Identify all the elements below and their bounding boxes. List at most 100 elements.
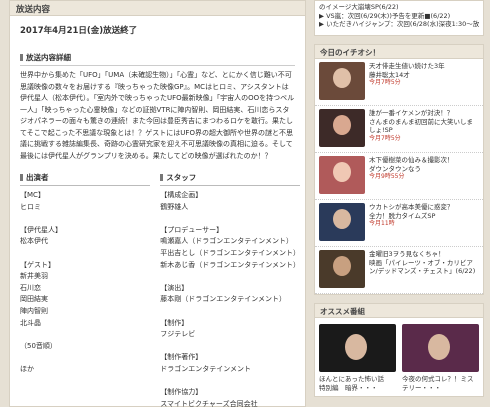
details-title: 放送内容詳細 xyxy=(26,53,71,62)
pickup-text: 天才俳走生値い続けた3年 藤井聡太14才 今月7時5分 xyxy=(369,62,445,102)
broadcast-date: 2017年4月21日(金)放送終了 xyxy=(20,26,138,36)
staff-line: ドラゴンエンタテインメント xyxy=(160,364,251,373)
pickup-text: 木下優樹菜の仙み＆撮影次！ ダウンタウンなう 今月9時55分 xyxy=(369,156,454,196)
cast-line: 松本伊代 xyxy=(20,237,48,246)
pickup-text: 金曜旧3ヲう見なくちゃ！ 映画「パイレーツ・オブ・カリビアン/デッドマンズ・チェス… xyxy=(369,250,479,290)
staff-heading: スタッフ xyxy=(160,172,300,186)
pickup-tagline: ウカトシが高本美優に惑変？ xyxy=(369,203,454,211)
recommend-title: 今夜の何式コレ？！ミステリー・・・ xyxy=(402,375,474,392)
recommend-thumbnail xyxy=(402,324,479,372)
pickup-tagline: 天才俳走生値い続けた3年 xyxy=(369,62,445,70)
pickup-title[interactable]: 映画「パイレーツ・オブ・カリビアン/デッドマンズ・チェスト」(6/22) xyxy=(369,259,479,276)
pickup-item[interactable]: 木下優樹菜の仙み＆撮影次！ ダウンタウンなう 今月9時55分 xyxy=(315,153,483,200)
pickup-thumbnail xyxy=(319,109,365,147)
cast-line xyxy=(20,329,150,341)
recommend-item[interactable]: ほんとにあった怖い話 特別編 暗界・・・ xyxy=(319,324,396,392)
staff-line: 平出吉とし（ドラゴンエンタテインメント） xyxy=(160,248,300,257)
pickup-thumbnail xyxy=(319,203,365,241)
staff-line xyxy=(160,213,300,225)
pickup-item[interactable]: 金曜旧3ヲう見なくちゃ！ 映画「パイレーツ・オブ・カリビアン/デッドマンズ・チェス… xyxy=(315,247,483,294)
pickup-thumbnail xyxy=(319,250,365,288)
person-figure xyxy=(333,162,351,182)
cast-heading: 出演者 xyxy=(20,172,151,186)
details-heading: 放送内容詳細 xyxy=(20,52,295,66)
staff-line: スマイトビクチャーズ合同会社 xyxy=(160,399,258,407)
bullet-icon xyxy=(160,174,164,181)
pickup-title[interactable]: 全力！脱力タイムズSP xyxy=(369,212,454,221)
page: 放送内容 2017年4月21日(金)放送終了 放送内容詳細 世界中から集めた「U… xyxy=(0,0,490,407)
pickup-text: ウカトシが高本美優に惑変？ 全力！脱力タイムズSP 今月11時 xyxy=(369,203,454,243)
staff-line: 【構成企画】 xyxy=(160,191,203,199)
staff-line: 【プロデューサー】 xyxy=(160,225,224,234)
bullet-icon xyxy=(20,174,23,181)
pickup-tagline: 木下優樹菜の仙み＆撮影次！ xyxy=(369,156,454,164)
recommend-title: ほんとにあった怖い話 特別編 暗界・・・ xyxy=(319,375,391,392)
pickup-time: 今月9時55分 xyxy=(369,173,405,180)
pickup-thumbnail xyxy=(319,156,365,194)
cast-line: ヒロミ xyxy=(20,202,41,211)
cast-line: 新井美羽 xyxy=(20,272,48,281)
pickup-tagline: 誰が一番イケメンが対決！？ xyxy=(369,109,454,117)
pickup-thumbnail xyxy=(319,62,365,100)
sidebar: のイメージ大崩壊SP(6/22) ▶ VS嵐：次回(6/29(木))予告を更新■(… xyxy=(314,0,484,407)
person-figure xyxy=(345,334,367,360)
description: 世界中から集めた「UFO」「UMA（未確認生物）」「心霊」など、とにかく信じ難い… xyxy=(20,71,295,160)
cast-line: 【伊代星人】 xyxy=(20,225,62,234)
main-content: 放送内容 2017年4月21日(金)放送終了 放送内容詳細 世界中から集めた「U… xyxy=(9,0,306,407)
person-figure xyxy=(333,115,351,135)
section-header: 放送内容 xyxy=(10,1,305,16)
person-figure xyxy=(333,256,351,276)
recommend-heading: オススメ番組 xyxy=(315,304,483,318)
credits: 出演者 【MC】ヒロミ【伊代星人】 松本伊代【ゲスト】新井美羽石川恋岡田結実陣内智… xyxy=(20,172,300,407)
cast-line: 石川恋 xyxy=(20,283,41,292)
recommend-item[interactable]: 今夜の何式コレ？！ミステリー・・・ xyxy=(402,324,479,392)
staff-line xyxy=(160,306,300,318)
staff-line: 新木あじ香（ドラゴンエンタテインメント） xyxy=(160,260,300,269)
pickup-title[interactable]: ダウンタウンなう xyxy=(369,165,454,174)
pickup-time: 今月11時 xyxy=(369,220,395,227)
staff-line: 鶴野雄人 xyxy=(160,202,189,211)
topic-link[interactable]: ▶ VS嵐：次回(6/29(木))予告を更新■(6/22) xyxy=(319,12,479,21)
recommend-list: ほんとにあった怖い話 特別編 暗界・・・ 今夜の何式コレ？！ミステリー・・・ xyxy=(315,318,483,396)
topic-link[interactable]: のイメージ大崩壊SP(6/22) xyxy=(319,3,479,12)
cast-line: （50音順） xyxy=(20,341,57,350)
staff-line xyxy=(160,341,300,353)
cast-line: 【MC】 xyxy=(20,191,45,199)
staff-line xyxy=(160,376,300,388)
cast-line xyxy=(20,248,150,260)
staff-list: 【構成企画】 鶴野雄人【プロデューサー】鳴瀬嘉人（ドラゴンエンタテインメント） 平出… xyxy=(160,190,300,407)
staff-line: フジテレビ xyxy=(160,330,196,339)
staff-line xyxy=(160,271,300,283)
cast-line: 岡田結実 xyxy=(20,295,48,304)
staff-line: 【制作】 xyxy=(160,318,189,327)
pickup-title[interactable]: さんまのまんま初回前に大笑いしましょ!SP xyxy=(369,118,479,135)
pickup-text: 誰が一番イケメンが対決！？ さんまのまんま初回前に大笑いしましょ!SP 今月7時5分 xyxy=(369,109,479,149)
staff-line: 藤本剛（ドラゴンエンタテインメント） xyxy=(160,295,286,304)
pickup-time: 今月7時5分 xyxy=(369,79,401,86)
pickup-item[interactable]: 天才俳走生値い続けた3年 藤井聡太14才 今月7時5分 xyxy=(315,59,483,106)
recommend-thumbnail xyxy=(319,324,396,372)
cast-column: 出演者 【MC】ヒロミ【伊代星人】 松本伊代【ゲスト】新井美羽石川恋岡田結実陣内智… xyxy=(20,172,151,392)
pickup-heading: 今日のイチオシ！ xyxy=(315,45,483,59)
pickup-item[interactable]: 誰が一番イケメンが対決！？ さんまのまんま初回前に大笑いしましょ!SP 今月7時5分 xyxy=(315,106,483,153)
cast-line xyxy=(20,352,150,364)
staff-line: 鳴瀬嘉人（ドラゴンエンタテインメント） xyxy=(160,237,293,246)
recommend-box: オススメ番組 ほんとにあった怖い話 特別編 暗界・・・ 今夜の何式コレ？！ミステリ… xyxy=(314,303,484,397)
staff-column: スタッフ 【構成企画】 鶴野雄人【プロデューサー】鳴瀬嘉人（ドラゴンエンタテインメ… xyxy=(150,172,300,407)
person-figure xyxy=(428,334,450,360)
person-figure xyxy=(333,68,351,88)
pickup-item[interactable]: ウカトシが高本美優に惑変？ 全力！脱力タイムズSP 今月11時 xyxy=(315,200,483,247)
pickup-time: 今月7時5分 xyxy=(369,134,401,142)
cast-line: ほか xyxy=(20,364,34,373)
cast-heading-label: 出演者 xyxy=(26,173,49,182)
staff-line: 【制作著作】 xyxy=(160,353,203,362)
pickup-box: 今日のイチオシ！ 天才俳走生値い続けた3年 藤井聡太14才 今月7時5分 誰が一番イケ… xyxy=(314,44,484,295)
cast-line xyxy=(20,213,150,225)
topics-list: のイメージ大崩壊SP(6/22) ▶ VS嵐：次回(6/29(木))予告を更新■(… xyxy=(314,0,484,36)
cast-line: 陣内智則 xyxy=(20,306,48,315)
pickup-title[interactable]: 藤井聡太14才 xyxy=(369,71,445,80)
pickup-list: 天才俳走生値い続けた3年 藤井聡太14才 今月7時5分 誰が一番イケメンが対決！？ さん… xyxy=(315,59,483,294)
topic-link[interactable]: ▶ いただきハイジャンプ：次回(6/28(水)深夜1:30〜放送)予告を更新！(… xyxy=(319,20,479,29)
cast-line: 【ゲスト】 xyxy=(20,260,55,269)
cast-line: 北斗晶 xyxy=(20,318,41,327)
